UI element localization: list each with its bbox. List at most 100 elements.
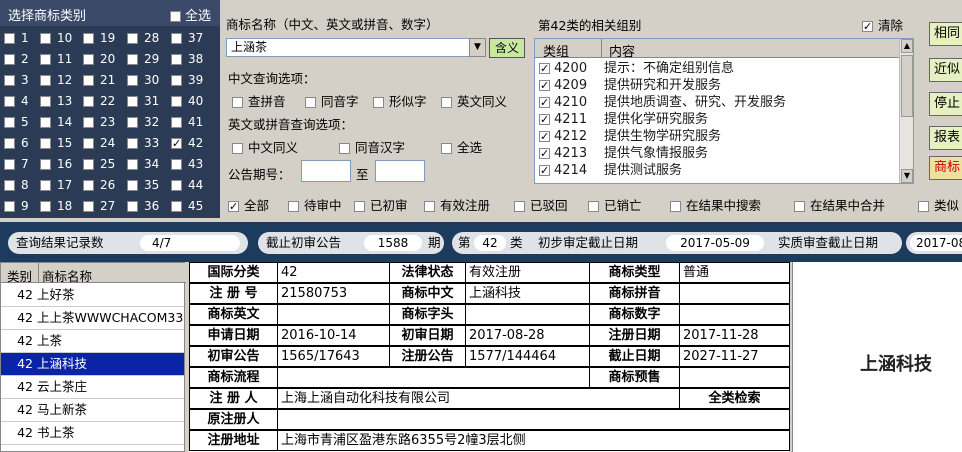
group-row-4209[interactable]: 4209提供研究和开发服务 xyxy=(539,77,721,94)
right-button-3[interactable]: 报表 xyxy=(929,126,962,150)
group-row-4200[interactable]: 4200提示：不确定组别信息 xyxy=(539,60,734,77)
category-checkbox-6[interactable]: 6 xyxy=(4,135,29,151)
group-row-4212[interactable]: 4212提供生物学研究服务 xyxy=(539,128,721,145)
category-checkbox-26[interactable]: 26 xyxy=(83,177,115,193)
category-checkbox-34[interactable]: 34 xyxy=(127,156,159,172)
result-row[interactable]: 42 上涵科技 xyxy=(1,353,184,376)
category-checkbox-36[interactable]: 36 xyxy=(127,198,159,214)
right-button-4[interactable]: 商标 xyxy=(929,156,962,180)
category-checkbox-32[interactable]: 32 xyxy=(127,114,159,130)
category-checkbox-45[interactable]: 45 xyxy=(171,198,203,214)
category-checkbox-40[interactable]: 40 xyxy=(171,93,203,109)
cn-option-2[interactable]: 形似字 xyxy=(373,91,427,110)
category-checkbox-7[interactable]: 7 xyxy=(4,156,29,172)
category-checkbox-38[interactable]: 38 xyxy=(171,51,203,67)
filter-1[interactable]: 待审中 xyxy=(288,196,342,216)
category-checkbox-17[interactable]: 17 xyxy=(40,177,72,193)
category-checkbox-25[interactable]: 25 xyxy=(83,156,115,172)
group-row-4214[interactable]: 4214提供测试服务 xyxy=(539,162,682,179)
category-checkbox-18[interactable]: 18 xyxy=(40,198,72,214)
cn-option-0[interactable]: 查拼音 xyxy=(232,91,286,110)
result-row[interactable]: 42 上茶 xyxy=(1,330,184,353)
category-checkbox-15[interactable]: 15 xyxy=(40,135,72,151)
category-checkbox-35[interactable]: 35 xyxy=(127,177,159,193)
checkbox-icon xyxy=(288,201,299,212)
scroll-up-icon[interactable]: ▲ xyxy=(901,39,913,53)
category-checkbox-21[interactable]: 21 xyxy=(83,72,115,88)
category-checkbox-22[interactable]: 22 xyxy=(83,93,115,109)
filter-4[interactable]: 已驳回 xyxy=(514,196,568,216)
category-checkbox-9[interactable]: 9 xyxy=(4,198,29,214)
scroll-down-icon[interactable]: ▼ xyxy=(901,169,913,183)
category-checkbox-20[interactable]: 20 xyxy=(83,51,115,67)
detail-registrant-v: 上海上涵自动化科技有限公司 xyxy=(277,388,680,409)
category-checkbox-2[interactable]: 2 xyxy=(4,51,29,67)
category-checkbox-44[interactable]: 44 xyxy=(171,177,203,193)
period-to-input[interactable] xyxy=(375,160,425,182)
category-checkbox-41[interactable]: 41 xyxy=(171,114,203,130)
category-checkbox-39[interactable]: 39 xyxy=(171,72,203,88)
en-option-1[interactable]: 同音汉字 xyxy=(339,137,405,156)
groups-scrollbar[interactable]: ▲ ▼ xyxy=(899,39,913,183)
category-checkbox-10[interactable]: 10 xyxy=(40,30,72,46)
group-row-4213[interactable]: 4213提供气象情报服务 xyxy=(539,145,708,162)
category-checkbox-27[interactable]: 27 xyxy=(83,198,115,214)
category-checkbox-1[interactable]: 1 xyxy=(4,30,29,46)
result-row[interactable]: 42 马上新茶 xyxy=(1,399,184,422)
category-checkbox-16[interactable]: 16 xyxy=(40,156,72,172)
result-row[interactable]: 42 书上茶 xyxy=(1,422,184,445)
filter-6[interactable]: 在结果中搜索 xyxy=(670,196,761,216)
en-option-0[interactable]: 中文同义 xyxy=(232,137,298,156)
category-checkbox-31[interactable]: 31 xyxy=(127,93,159,109)
scroll-thumb[interactable] xyxy=(901,55,913,117)
detail-all-class-search[interactable]: 全类检索 xyxy=(679,388,790,409)
category-checkbox-4[interactable]: 4 xyxy=(4,93,29,109)
category-checkbox-33[interactable]: 33 xyxy=(127,135,159,151)
checkbox-icon xyxy=(171,96,182,107)
checkbox-icon xyxy=(171,138,182,149)
clear-checkbox[interactable]: 清除 xyxy=(862,15,903,34)
right-button-2[interactable]: 停止 xyxy=(929,92,962,116)
category-checkbox-14[interactable]: 14 xyxy=(40,114,72,130)
result-row[interactable]: 42 上好茶 xyxy=(1,284,184,307)
select-all-checkbox[interactable]: 全选 xyxy=(170,5,211,24)
filter-2[interactable]: 已初审 xyxy=(354,196,408,216)
result-row[interactable]: 42 上上茶WWWCHACOM33 xyxy=(1,307,184,330)
category-checkbox-42[interactable]: 42 xyxy=(171,135,203,151)
filter-0[interactable]: 全部 xyxy=(228,196,269,216)
category-checkbox-5[interactable]: 5 xyxy=(4,114,29,130)
filter-7[interactable]: 在结果中合并 xyxy=(794,196,885,216)
filter-8[interactable]: 类似 xyxy=(918,196,959,216)
category-checkbox-24[interactable]: 24 xyxy=(83,135,115,151)
col-class: 类别 xyxy=(7,269,33,284)
category-panel-header: 选择商标类别 全选 xyxy=(0,0,220,26)
category-checkbox-28[interactable]: 28 xyxy=(127,30,159,46)
category-checkbox-37[interactable]: 37 xyxy=(171,30,203,46)
result-row[interactable]: 42 云上茶庄 xyxy=(1,376,184,399)
category-checkbox-23[interactable]: 23 xyxy=(83,114,115,130)
right-button-0[interactable]: 相同 xyxy=(929,22,962,46)
category-checkbox-29[interactable]: 29 xyxy=(127,51,159,67)
filter-3[interactable]: 有效注册 xyxy=(424,196,490,216)
chevron-down-icon[interactable]: ▼ xyxy=(469,38,486,57)
category-checkbox-43[interactable]: 43 xyxy=(171,156,203,172)
group-row-4211[interactable]: 4211提供化学研究服务 xyxy=(539,111,708,128)
right-button-1[interactable]: 近似 xyxy=(929,58,962,82)
category-checkbox-19[interactable]: 19 xyxy=(83,30,115,46)
detail-registrant-k: 注 册 人 xyxy=(189,388,278,409)
category-checkbox-30[interactable]: 30 xyxy=(127,72,159,88)
period-from-input[interactable] xyxy=(301,160,351,182)
category-checkbox-13[interactable]: 13 xyxy=(40,93,72,109)
filter-5[interactable]: 已销亡 xyxy=(588,196,642,216)
category-checkbox-12[interactable]: 12 xyxy=(40,72,72,88)
record-count-label: 查询结果记录数 xyxy=(16,235,104,250)
trademark-name-input[interactable]: 上涵茶 xyxy=(226,38,486,57)
group-row-4210[interactable]: 4210提供地质调查、研究、开发服务 xyxy=(539,94,786,111)
category-checkbox-3[interactable]: 3 xyxy=(4,72,29,88)
cn-option-3[interactable]: 英文同义 xyxy=(441,91,507,110)
en-option-2[interactable]: 全选 xyxy=(441,137,482,156)
category-checkbox-11[interactable]: 11 xyxy=(40,51,72,67)
category-checkbox-8[interactable]: 8 xyxy=(4,177,29,193)
meaning-button[interactable]: 含义 xyxy=(489,38,525,58)
cn-option-1[interactable]: 同音字 xyxy=(305,91,359,110)
